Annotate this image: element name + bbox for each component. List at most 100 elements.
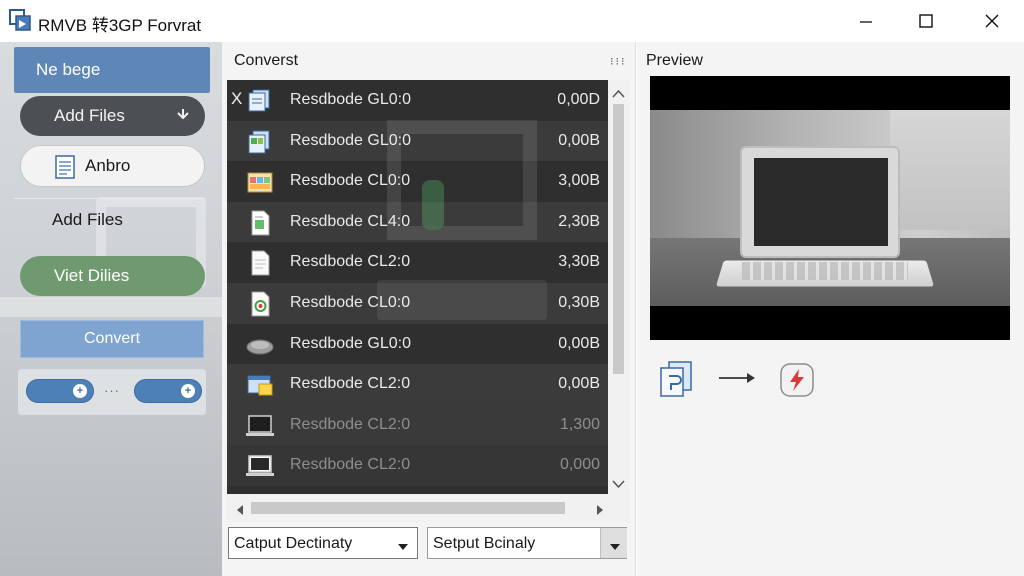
file-name: Resdbode CL4:0 <box>290 212 411 230</box>
file-rows: X Resdbode GL0:0 0,00D Resdbode GL0:0 0,… <box>227 80 608 494</box>
file-name: Resdbode CL0:0 <box>290 172 411 190</box>
pill-separator: ··· <box>104 383 120 398</box>
sidebar: Ne bege Add Files Anbro Add Files Viet D… <box>0 42 222 576</box>
scroll-left-icon[interactable] <box>235 503 245 521</box>
add-files-label: Add Files <box>52 210 123 229</box>
file-name: Resdbode GL0:0 <box>290 91 411 108</box>
file-size: 2,30B <box>558 212 600 230</box>
file-name: Resdbode CL2:0 <box>290 375 411 393</box>
conversion-icons <box>657 360 837 400</box>
toggle-pill-right[interactable]: + <box>134 379 202 403</box>
minimize-button[interactable] <box>836 0 896 42</box>
close-button[interactable] <box>962 0 1022 42</box>
preview-scene <box>650 110 1010 306</box>
list-item[interactable]: Resdbode GL0:0 0,00B <box>227 120 608 162</box>
list-item[interactable]: Resdbode CL0:0 0,30B <box>227 283 608 324</box>
scroll-right-icon[interactable] <box>595 503 605 521</box>
image-gallery-icon <box>245 169 275 195</box>
file-name: Resdbode CL0:0 <box>290 294 411 311</box>
window-title: RMVB 转3GP Forvrat <box>38 16 202 35</box>
minimize-icon <box>860 21 872 23</box>
scroll-down-icon[interactable] <box>612 476 625 494</box>
maximize-button[interactable] <box>896 0 956 42</box>
toggle-pill-left[interactable]: + <box>26 379 94 403</box>
panel-grip-icon[interactable]: ⁝⁝⁝ <box>610 55 627 68</box>
vertical-scrollbar[interactable] <box>608 80 629 494</box>
arrow-right-icon <box>717 370 757 391</box>
view-files-button[interactable]: Viet Dilies <box>20 256 205 296</box>
scrollbar-thumb[interactable] <box>613 104 624 374</box>
file-size: 0,00B <box>558 375 600 393</box>
maximize-icon <box>919 14 933 28</box>
window-document-icon <box>245 372 275 398</box>
preview-video[interactable] <box>650 76 1010 340</box>
list-item[interactable]: Resdbode CL2:0 0,00B <box>227 364 608 405</box>
preview-title: Preview <box>646 52 703 69</box>
convert-button[interactable]: Convert <box>20 320 204 358</box>
toggle-pill-row: + ··· + <box>18 369 206 415</box>
anbro-label: Anbro <box>85 156 131 175</box>
list-item[interactable]: Resdbode CL2:0 3,30B <box>227 242 608 283</box>
view-files-label: Viet Dilies <box>54 266 130 285</box>
laptop-icon <box>245 413 275 439</box>
dropdown-arrow-icon <box>609 539 621 557</box>
output-destination-select[interactable]: Catput Dectinaty <box>228 527 418 559</box>
list-item[interactable]: Resdbode CL2:0 1,300 <box>227 404 608 446</box>
source-document-icon <box>657 360 697 403</box>
horizontal-scrollbar[interactable] <box>227 494 629 522</box>
new-page-button[interactable]: Ne bege <box>14 47 210 93</box>
document-stack-icon <box>245 88 275 114</box>
plus-icon: + <box>73 384 87 398</box>
spreadsheet-icon <box>245 129 275 155</box>
text-document-icon <box>245 250 275 276</box>
recycle-document-icon <box>245 291 275 317</box>
file-name: Resdbode GL0:0 <box>290 334 411 352</box>
title-bar: RMVB 转3GP Forvrat <box>0 0 1024 42</box>
convert-panel-header: Converst ⁝⁝⁝ <box>222 42 636 78</box>
scroll-up-icon[interactable] <box>612 86 625 104</box>
close-icon <box>985 14 999 28</box>
app-logo-icon <box>9 9 31 31</box>
file-size: 1,300 <box>559 415 600 433</box>
file-name: Resdbode CL2:0 <box>290 253 411 271</box>
preview-laptop-keyboard <box>742 262 908 280</box>
setup-binary-dropdown-button[interactable] <box>600 528 627 558</box>
add-files-button[interactable]: Add Files <box>52 210 123 230</box>
chevron-down-icon <box>175 107 191 128</box>
remove-file-icon[interactable]: X <box>231 89 242 109</box>
new-page-label: Ne bege <box>36 60 101 79</box>
list-item[interactable]: Resdbode CL2:0 0,000 <box>227 445 608 486</box>
file-name: Resdbode CL2:0 <box>290 415 411 433</box>
document-icon <box>55 155 75 184</box>
preview-panel: Preview <box>637 42 1024 576</box>
flash-convert-icon[interactable] <box>779 362 815 403</box>
setup-binary-select[interactable]: Setput Bcinaly <box>427 527 627 559</box>
preview-laptop-display <box>754 158 888 246</box>
list-item[interactable]: Resdbode CL0:0 3,00B <box>227 161 608 202</box>
laptop-icon <box>245 453 275 479</box>
list-item[interactable]: X Resdbode GL0:0 0,00D <box>227 80 608 121</box>
list-item[interactable]: Resdbode CL4:0 2,30B <box>227 201 608 243</box>
list-item[interactable]: Resdbode GL0:0 0,00B <box>227 324 608 365</box>
file-size: 0,00D <box>557 91 600 108</box>
output-destination-value: Catput Dectinaty <box>234 535 353 552</box>
add-files-dropdown-button[interactable]: Add Files <box>20 96 205 136</box>
plus-icon: + <box>181 384 195 398</box>
file-size: 0,00B <box>558 334 600 352</box>
horizontal-scrollbar-thumb[interactable] <box>251 502 565 514</box>
convert-panel-title: Converst <box>234 52 299 69</box>
file-name: Resdbode GL0:0 <box>290 131 411 149</box>
mouse-icon <box>245 332 275 358</box>
green-document-icon <box>245 210 275 236</box>
convert-label: Convert <box>83 330 141 347</box>
dropdown-arrow-icon <box>397 539 409 557</box>
file-size: 0,000 <box>559 456 600 474</box>
preview-wall <box>890 110 1010 230</box>
file-size: 3,00B <box>558 172 600 190</box>
file-name: Resdbode CL2:0 <box>290 456 411 474</box>
file-size: 0,30B <box>558 294 600 311</box>
anbro-button[interactable]: Anbro <box>20 145 205 187</box>
file-size: 0,00B <box>558 131 600 149</box>
convert-panel: Converst ⁝⁝⁝ X Resdbode GL0:0 0,00D Resd… <box>222 42 636 576</box>
file-size: 3,30B <box>558 253 600 271</box>
